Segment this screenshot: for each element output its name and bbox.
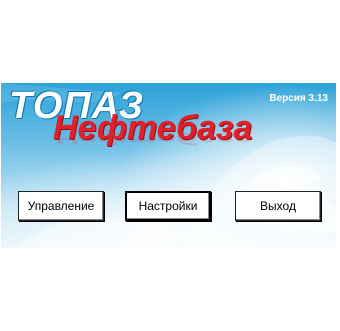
splash-panel: ТОПАЗ Нефтебаза Нефтебаза Версия 3.13 Уп… bbox=[1, 83, 336, 248]
manage-button[interactable]: Управление bbox=[18, 191, 104, 221]
version-label: Версия 3.13 bbox=[269, 93, 328, 104]
logo-reflection: Нефтебаза bbox=[53, 129, 253, 148]
settings-button[interactable]: Настройки bbox=[125, 191, 211, 221]
exit-button[interactable]: Выход bbox=[235, 191, 321, 221]
